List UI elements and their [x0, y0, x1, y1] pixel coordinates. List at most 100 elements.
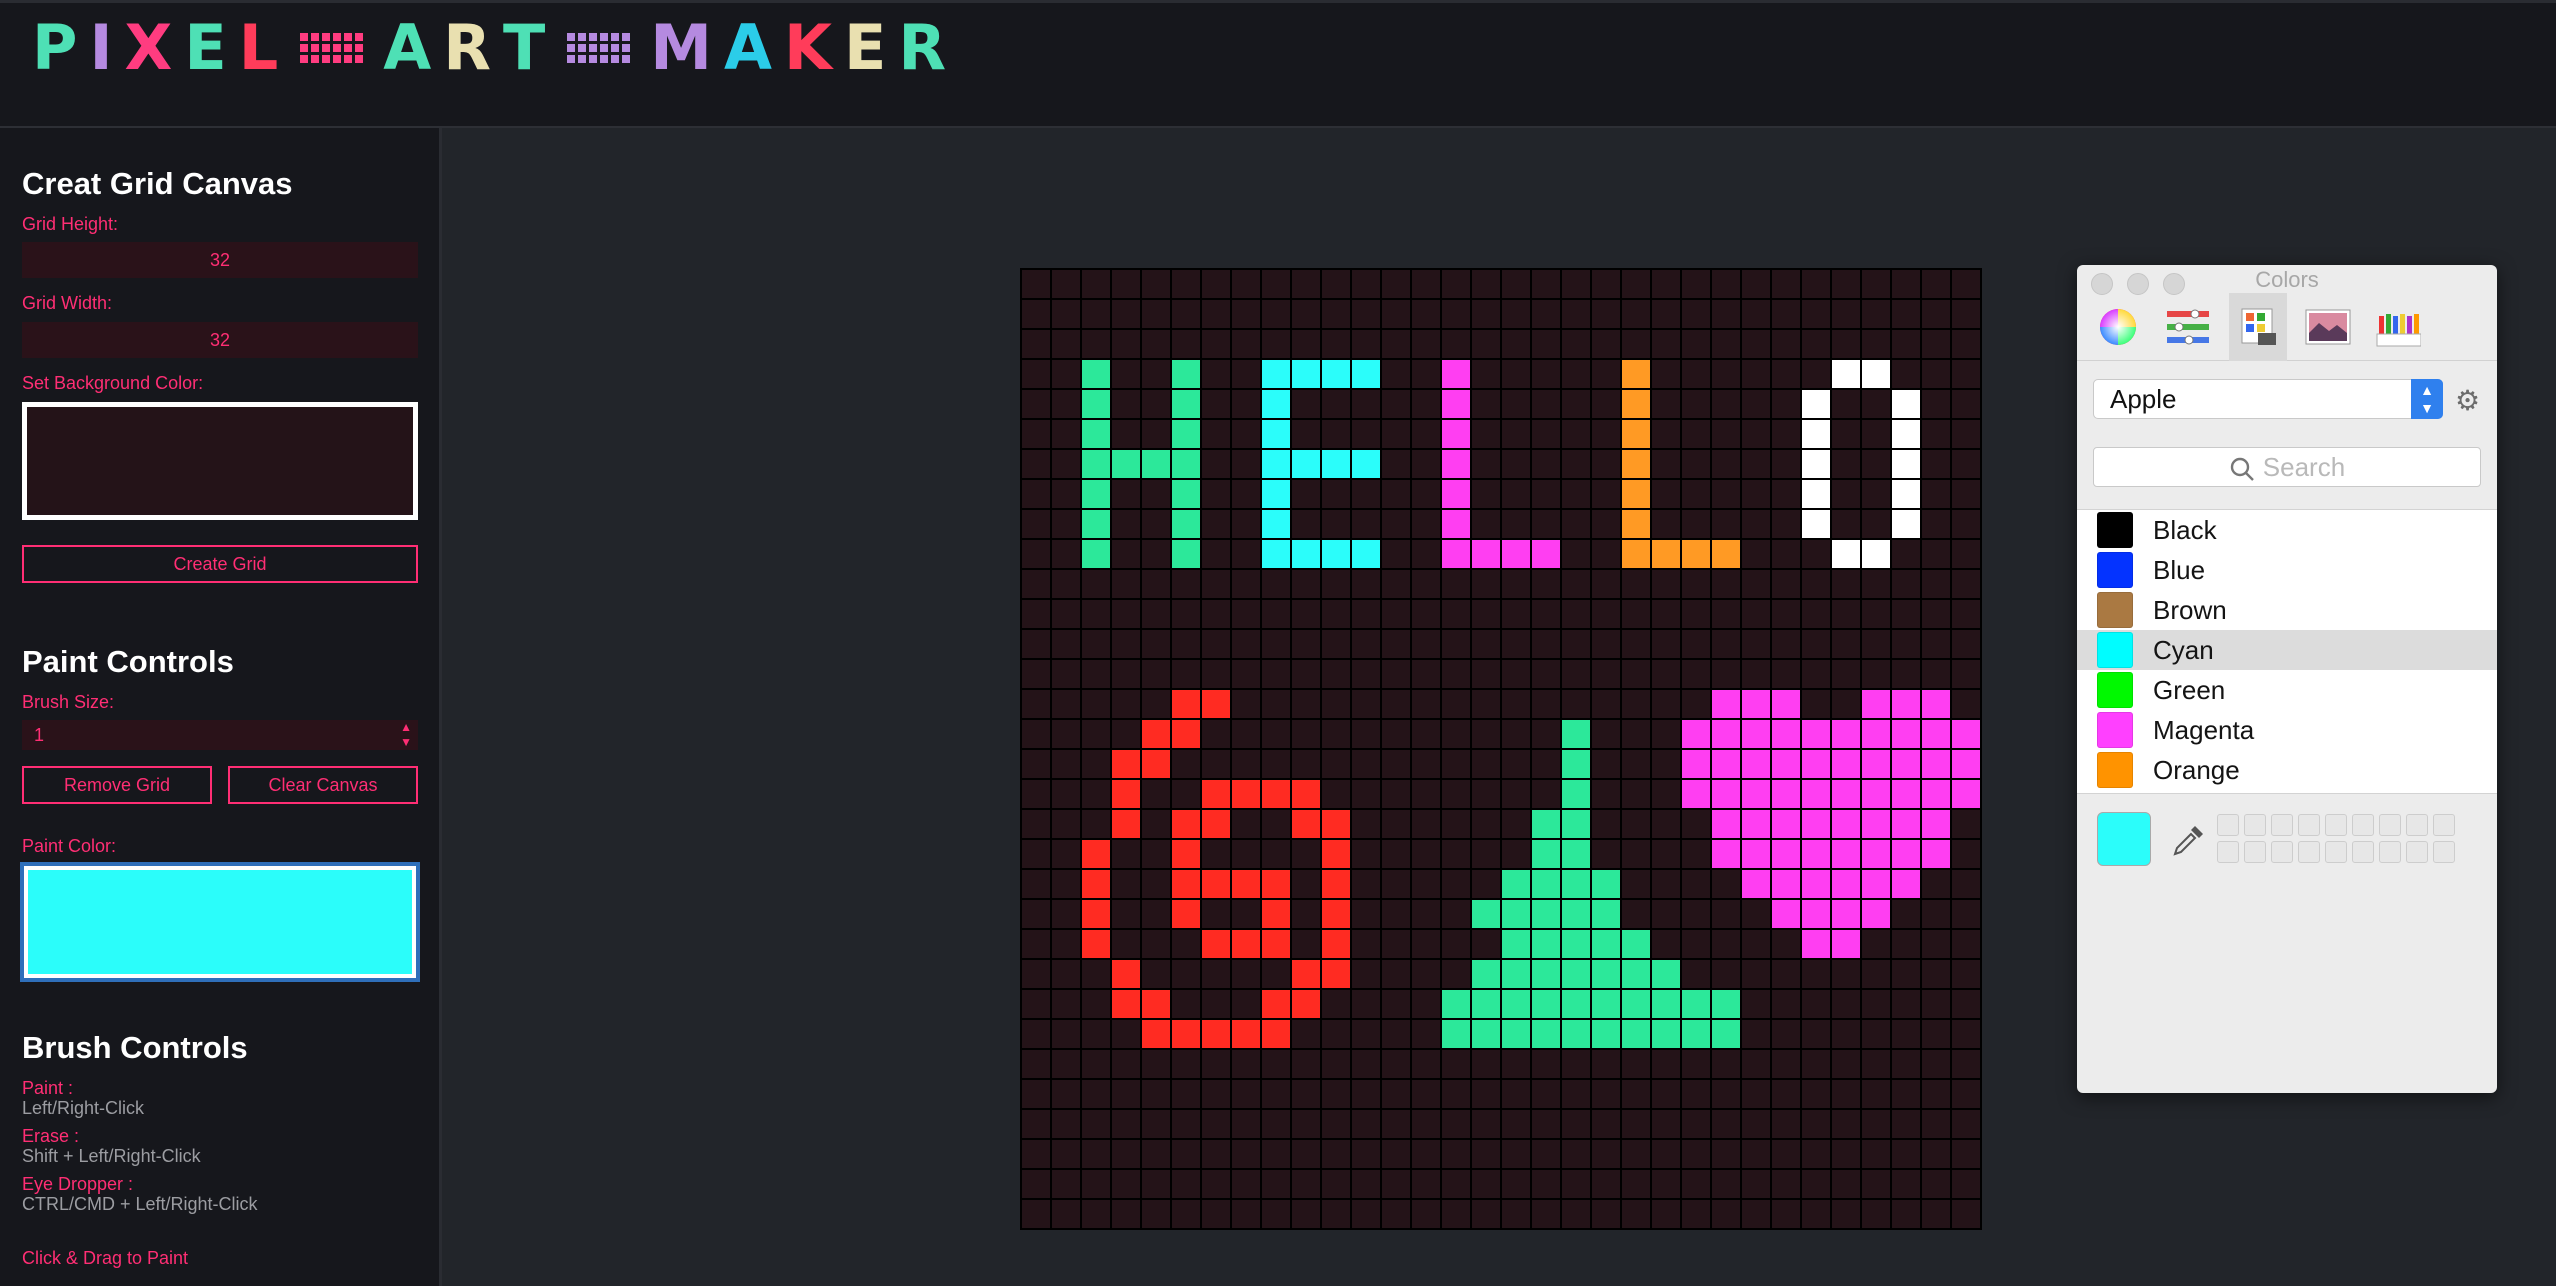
pixel-cell[interactable] — [1712, 450, 1740, 478]
pixel-cell[interactable] — [1532, 1110, 1560, 1138]
pixel-cell[interactable] — [1412, 1020, 1440, 1048]
custom-color-slot[interactable] — [2271, 814, 2293, 836]
pixel-cell[interactable] — [1712, 750, 1740, 778]
pixel-cell[interactable] — [1922, 390, 1950, 418]
pixel-cell[interactable] — [1862, 840, 1890, 868]
pixel-cell[interactable] — [1202, 510, 1230, 538]
pixel-cell[interactable] — [1592, 990, 1620, 1018]
pixel-cell[interactable] — [1262, 300, 1290, 328]
pixel-cell[interactable] — [1892, 780, 1920, 808]
pixel-cell[interactable] — [1322, 1050, 1350, 1078]
pixel-cell[interactable] — [1802, 480, 1830, 508]
color-wheel-icon[interactable] — [2095, 304, 2141, 350]
pixel-cell[interactable] — [1412, 1200, 1440, 1228]
pixel-cell[interactable] — [1532, 390, 1560, 418]
pixel-cell[interactable] — [1052, 870, 1080, 898]
pixel-cell[interactable] — [1502, 420, 1530, 448]
pixel-cell[interactable] — [1412, 390, 1440, 418]
pixel-cell[interactable] — [1082, 1080, 1110, 1108]
pixel-cell[interactable] — [1922, 1020, 1950, 1048]
pixel-cell[interactable] — [1052, 450, 1080, 478]
pixel-cell[interactable] — [1892, 900, 1920, 928]
pixel-cell[interactable] — [1352, 780, 1380, 808]
pixel-cell[interactable] — [1472, 750, 1500, 778]
pixel-cell[interactable] — [1232, 600, 1260, 628]
pixel-cell[interactable] — [1562, 1050, 1590, 1078]
pixel-cell[interactable] — [1592, 1200, 1620, 1228]
pixel-cell[interactable] — [1412, 360, 1440, 388]
pixel-cell[interactable] — [1502, 600, 1530, 628]
pixel-cell[interactable] — [1682, 750, 1710, 778]
pixel-cell[interactable] — [1712, 930, 1740, 958]
pixel-cell[interactable] — [1052, 840, 1080, 868]
pixel-cell[interactable] — [1802, 660, 1830, 688]
pixel-cell[interactable] — [1922, 690, 1950, 718]
pixel-cell[interactable] — [1022, 720, 1050, 748]
pixel-cell[interactable] — [1172, 1170, 1200, 1198]
pixel-cell[interactable] — [1502, 630, 1530, 658]
pixel-cell[interactable] — [1172, 390, 1200, 418]
pixel-cell[interactable] — [1022, 1080, 1050, 1108]
pixel-cell[interactable] — [1772, 810, 1800, 838]
pixel-cell[interactable] — [1322, 1110, 1350, 1138]
pixel-cell[interactable] — [1862, 540, 1890, 568]
pixel-cell[interactable] — [1472, 1140, 1500, 1168]
pixel-cell[interactable] — [1472, 780, 1500, 808]
pixel-cell[interactable] — [1022, 780, 1050, 808]
pixel-cell[interactable] — [1742, 1200, 1770, 1228]
pixel-cell[interactable] — [1562, 540, 1590, 568]
pixel-cell[interactable] — [1562, 570, 1590, 598]
pixel-cell[interactable] — [1532, 300, 1560, 328]
pixel-cell[interactable] — [1562, 780, 1590, 808]
pixel-cell[interactable] — [1292, 510, 1320, 538]
pixel-cell[interactable] — [1652, 1170, 1680, 1198]
pixel-cell[interactable] — [1742, 1140, 1770, 1168]
pixel-cell[interactable] — [1892, 1080, 1920, 1108]
pixel-cell[interactable] — [1082, 510, 1110, 538]
pixel-cell[interactable] — [1772, 960, 1800, 988]
custom-color-slot[interactable] — [2433, 841, 2455, 863]
pixel-cell[interactable] — [1892, 300, 1920, 328]
pixel-cell[interactable] — [1622, 1110, 1650, 1138]
pixel-cell[interactable] — [1262, 900, 1290, 928]
pixel-cell[interactable] — [1712, 660, 1740, 688]
pixel-cell[interactable] — [1532, 780, 1560, 808]
custom-color-slot[interactable] — [2244, 841, 2266, 863]
pixel-cell[interactable] — [1682, 690, 1710, 718]
pixel-cell[interactable] — [1202, 990, 1230, 1018]
pixel-cell[interactable] — [1802, 450, 1830, 478]
pixel-cell[interactable] — [1232, 1050, 1260, 1078]
pixel-cell[interactable] — [1712, 1200, 1740, 1228]
pixel-cell[interactable] — [1922, 810, 1950, 838]
custom-color-slot[interactable] — [2325, 814, 2347, 836]
pixel-cell[interactable] — [1502, 570, 1530, 598]
pixel-cell[interactable] — [1142, 900, 1170, 928]
pixel-cell[interactable] — [1382, 990, 1410, 1018]
pixel-cell[interactable] — [1382, 390, 1410, 418]
pixel-cell[interactable] — [1472, 540, 1500, 568]
pixel-cell[interactable] — [1442, 1110, 1470, 1138]
pixel-cell[interactable] — [1112, 1080, 1140, 1108]
pixel-cell[interactable] — [1082, 360, 1110, 388]
pixel-cell[interactable] — [1262, 1110, 1290, 1138]
pixel-cell[interactable] — [1742, 1020, 1770, 1048]
remove-grid-button[interactable]: Remove Grid — [22, 766, 212, 804]
pixel-cell[interactable] — [1772, 840, 1800, 868]
pixel-cell[interactable] — [1052, 570, 1080, 598]
pixel-cell[interactable] — [1112, 1050, 1140, 1078]
pixel-cell[interactable] — [1412, 900, 1440, 928]
pixel-cell[interactable] — [1532, 420, 1560, 448]
pixel-cell[interactable] — [1622, 420, 1650, 448]
pixel-cell[interactable] — [1742, 750, 1770, 778]
pixel-cell[interactable] — [1952, 630, 1980, 658]
pixel-cell[interactable] — [1922, 780, 1950, 808]
pixel-cell[interactable] — [1232, 1110, 1260, 1138]
pixel-cell[interactable] — [1532, 870, 1560, 898]
pixel-cell[interactable] — [1442, 780, 1470, 808]
pixel-cell[interactable] — [1592, 600, 1620, 628]
pixel-cell[interactable] — [1892, 330, 1920, 358]
pixel-cell[interactable] — [1202, 630, 1230, 658]
pixel-cell[interactable] — [1652, 900, 1680, 928]
pixel-cell[interactable] — [1532, 900, 1560, 928]
pixel-cell[interactable] — [1262, 600, 1290, 628]
